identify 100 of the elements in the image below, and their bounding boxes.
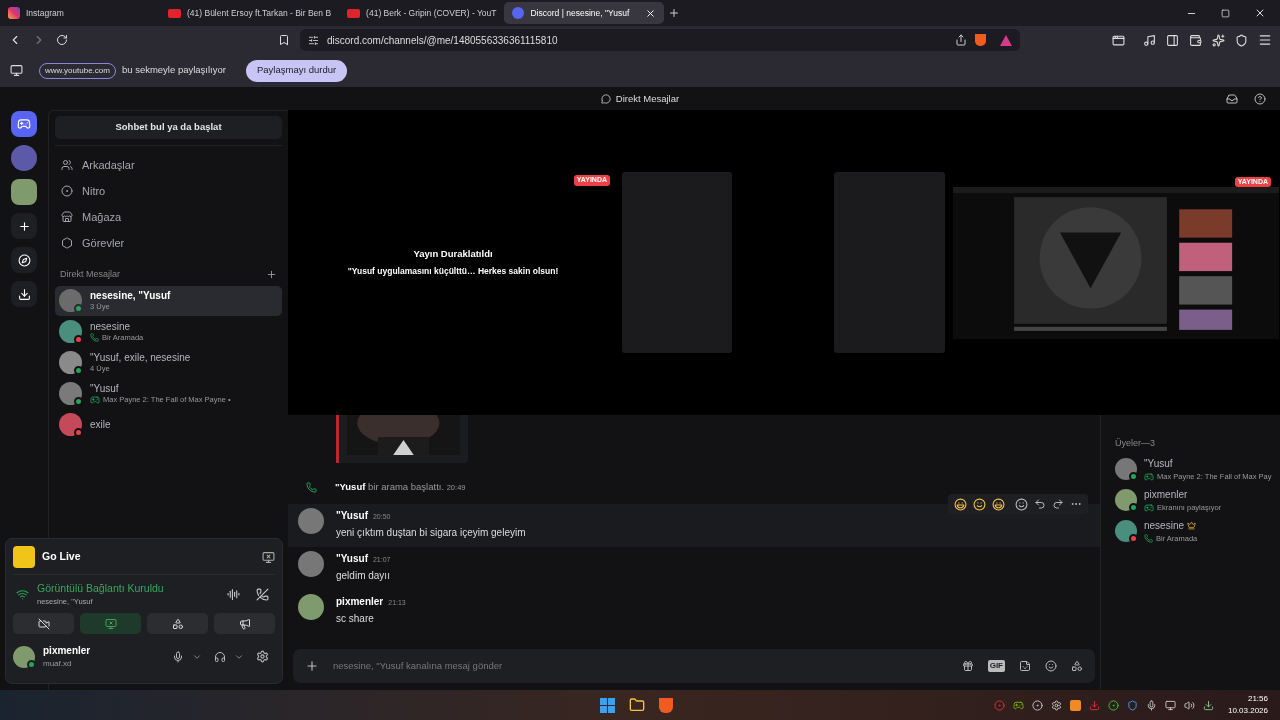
avatar <box>13 645 35 668</box>
avatar <box>59 351 82 374</box>
hexagon-icon <box>61 237 73 249</box>
add-server-button[interactable] <box>11 213 37 239</box>
tray-icon[interactable] <box>1164 699 1176 711</box>
tray-icon[interactable] <box>1031 699 1043 711</box>
message-input[interactable]: nesesine, "Yusuf kanalına mesaj gönder <box>333 658 948 674</box>
screen-off-icon[interactable] <box>262 550 275 564</box>
message-author: "Yusuf <box>336 509 368 523</box>
nav-item[interactable]: Mağaza <box>55 204 282 230</box>
sticker-icon[interactable] <box>1019 660 1031 672</box>
stop-sharing-button[interactable]: Paylaşmayı durdur <box>245 59 348 82</box>
address-bar[interactable]: discord.com/channels/@me/1480556336361115810 <box>300 29 1020 51</box>
user-name: pixmenler <box>43 644 92 658</box>
controller-icon <box>17 117 31 131</box>
share-icon[interactable] <box>955 34 967 46</box>
call-control-button[interactable] <box>214 613 275 634</box>
dm-item[interactable]: exile <box>55 409 282 440</box>
search-button[interactable]: Sohbet bul ya da başlat <box>55 116 282 139</box>
add-icon[interactable] <box>305 659 319 673</box>
tray-icon[interactable] <box>1145 699 1157 711</box>
url-text: discord.com/channels/@me/1480556336361115810 <box>327 33 559 48</box>
laughing-emoji-icon[interactable] <box>954 497 967 511</box>
avatar <box>1115 520 1137 542</box>
member-name: "Yusuf <box>1144 456 1173 471</box>
go-live-title: Go Live <box>42 549 82 565</box>
music-icon[interactable] <box>1143 33 1156 47</box>
inbox-icon[interactable] <box>1226 93 1238 105</box>
browser-tab[interactable]: (41) Bülent Ersoy ft.Tarkan - Bir Ben B <box>160 2 340 24</box>
emoji-icon[interactable] <box>1045 660 1057 672</box>
sparkle-icon[interactable] <box>1212 33 1225 47</box>
microphone-icon[interactable] <box>172 650 184 663</box>
member-name: nesesine <box>1144 518 1185 533</box>
message-author: "Yusuf <box>336 552 368 566</box>
reload-icon[interactable] <box>56 34 68 46</box>
nitro-icon <box>61 185 73 197</box>
store-icon <box>61 211 73 223</box>
tray-icon[interactable] <box>1126 699 1138 711</box>
tray-icon[interactable] <box>1012 699 1024 711</box>
avatar <box>59 320 82 343</box>
grinning-emoji-icon[interactable] <box>992 497 1005 511</box>
new-tab-icon[interactable] <box>668 7 681 19</box>
gift-icon[interactable] <box>961 660 974 672</box>
discover-button[interactable] <box>11 247 37 273</box>
tray-icon[interactable] <box>1050 699 1062 711</box>
phone-icon <box>90 333 99 342</box>
window-icon[interactable] <box>1112 33 1125 47</box>
headphones-icon[interactable] <box>214 650 226 663</box>
tray-icon[interactable] <box>1069 699 1081 711</box>
call-control-button[interactable] <box>13 613 74 634</box>
tray-icon[interactable] <box>1107 699 1119 711</box>
server-icon[interactable] <box>11 179 37 205</box>
maximize-icon[interactable] <box>1221 8 1230 18</box>
shield-icon[interactable] <box>1235 33 1248 47</box>
site-settings-icon[interactable] <box>308 34 319 46</box>
megaphone-icon <box>238 617 251 630</box>
nav-item[interactable]: Görevler <box>55 230 282 256</box>
browser-tab[interactable]: Discord | nesesine, "Yusuf <box>504 2 665 24</box>
menu-icon[interactable] <box>1258 33 1272 47</box>
forward-icon[interactable] <box>1052 498 1064 510</box>
compass-icon <box>17 253 31 267</box>
browser-tab[interactable]: (41) Berk - Gripin (COVER) - YouT <box>339 2 505 24</box>
discord-home-button[interactable] <box>11 111 37 137</box>
nav-item[interactable]: Arkadaşlar <box>55 152 282 178</box>
clock-date: 10.03.2026 <box>1227 705 1268 717</box>
apps-icon[interactable] <box>1071 660 1083 672</box>
help-icon[interactable] <box>1254 93 1266 105</box>
tray-icon[interactable] <box>1202 699 1214 711</box>
add-reaction-icon[interactable] <box>1015 497 1028 511</box>
message-composer[interactable]: nesesine, "Yusuf kanalına mesaj gönder GIF <box>293 649 1095 683</box>
nav-item[interactable]: Nitro <box>55 178 282 204</box>
close-icon[interactable] <box>645 7 657 19</box>
folder-icon[interactable] <box>629 697 645 713</box>
windows-start-icon[interactable] <box>600 697 615 713</box>
game-icon <box>90 394 100 405</box>
avatar <box>59 289 82 312</box>
hang-up-icon[interactable] <box>256 587 269 601</box>
close-icon[interactable] <box>1254 7 1266 19</box>
gif-icon[interactable]: GIF <box>987 660 1005 672</box>
volume-icon[interactable] <box>1183 699 1195 711</box>
wallet-icon[interactable] <box>1189 33 1202 47</box>
call-control-button[interactable] <box>147 613 208 634</box>
phone-icon <box>1144 534 1153 543</box>
audio-icon[interactable] <box>227 587 240 601</box>
reply-icon[interactable] <box>1034 498 1046 510</box>
message-text: sc share <box>336 612 375 626</box>
sidebar-icon[interactable] <box>1166 33 1179 47</box>
download-button[interactable] <box>11 281 37 307</box>
sharing-text: bu sekmeyle paylaşılıyor <box>121 63 226 78</box>
call-control-button[interactable] <box>80 613 141 634</box>
winking-emoji-icon[interactable] <box>973 497 986 511</box>
server-icon[interactable] <box>11 145 37 171</box>
members-heading: Üyeler—3 <box>1115 438 1155 448</box>
bookmark-icon[interactable] <box>278 34 290 46</box>
triangle-icon[interactable] <box>1000 34 1012 46</box>
add-icon[interactable] <box>266 269 277 281</box>
browser-tab[interactable]: Instagram <box>0 2 160 24</box>
settings-icon[interactable] <box>256 650 269 663</box>
avatar <box>298 508 324 534</box>
screen-icon <box>104 617 117 630</box>
